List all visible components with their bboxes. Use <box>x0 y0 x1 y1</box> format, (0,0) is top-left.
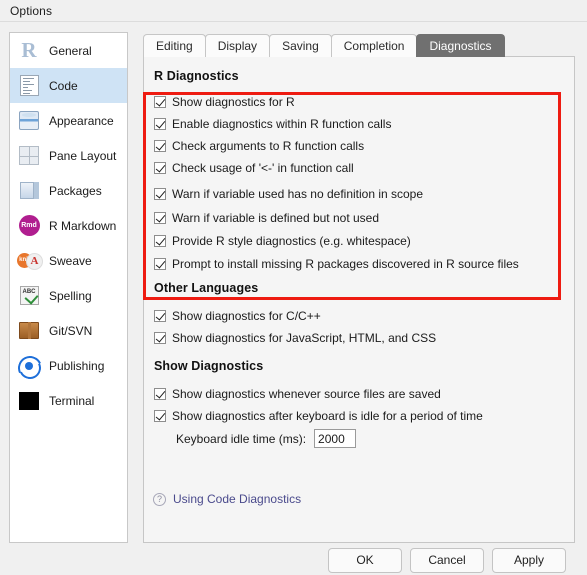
help-link-row[interactable]: ? Using Code Diagnostics <box>153 492 301 506</box>
checkbox-label: Warn if variable is defined but not used <box>172 210 380 225</box>
dialog-title: Options <box>10 4 53 18</box>
using-code-diagnostics-link[interactable]: Using Code Diagnostics <box>173 492 301 506</box>
apply-button[interactable]: Apply <box>492 548 566 573</box>
checkbox-prompt-to-install-missing-r-packages[interactable] <box>154 257 166 270</box>
dialog-title-bar: Options <box>0 0 587 22</box>
diagnostics-settings-panel: R Diagnostics Show diagnostics for R Ena… <box>143 56 575 543</box>
paint-can-icon <box>17 109 41 133</box>
code-document-icon <box>17 74 41 98</box>
checkbox-check-usage-of-assign-in-function-call[interactable] <box>154 161 166 174</box>
checkbox-check-arguments-to-r-function-calls[interactable] <box>154 139 166 152</box>
tab-completion[interactable]: Completion <box>330 34 418 57</box>
sidebar-item-sweave[interactable]: knit A Sweave <box>10 243 127 278</box>
tab-diagnostics[interactable]: Diagnostics <box>416 34 505 57</box>
checkbox-warn-if-variable-is-defined-but-not-used[interactable] <box>154 211 166 224</box>
checkbox-row-warn-if-variable-is-defined-but-not-used[interactable]: Warn if variable is defined but not used <box>154 209 379 226</box>
checkbox-row-check-usage-of-assign-in-function-call[interactable]: Check usage of '<-' in function call <box>154 159 354 176</box>
sidebar-item-label: General <box>49 43 92 58</box>
sidebar-item-label: Terminal <box>49 393 95 408</box>
checkbox-warn-if-variable-used-has-no-definition-in-scope[interactable] <box>154 187 166 200</box>
checkbox-show-diagnostics-whenever-source-files-are-saved[interactable] <box>154 387 166 400</box>
sidebar-item-r-markdown[interactable]: Rmd R Markdown <box>10 208 127 243</box>
checkbox-row-enable-diagnostics-within-r-function-calls[interactable]: Enable diagnostics within R function cal… <box>154 115 391 132</box>
tab-display[interactable]: Display <box>204 34 271 57</box>
sidebar-item-git-svn[interactable]: Git/SVN <box>10 313 127 348</box>
sidebar-item-label: Packages <box>49 183 102 198</box>
sidebar-item-terminal[interactable]: Terminal <box>10 383 127 418</box>
rmd-badge-icon: Rmd <box>17 214 41 238</box>
keyboard-idle-time-input[interactable] <box>314 429 357 448</box>
checkbox-label: Warn if variable used has no definition … <box>172 186 424 201</box>
section-heading-show-diagnostics: Show Diagnostics <box>154 359 264 373</box>
sidebar-item-pane-layout[interactable]: Pane Layout <box>10 138 127 173</box>
checkbox-label: Enable diagnostics within R function cal… <box>172 116 392 131</box>
checkbox-row-check-arguments-to-r-function-calls[interactable]: Check arguments to R function calls <box>154 137 364 154</box>
settings-tab-strip: Editing Display Saving Completion Diagno… <box>143 33 505 57</box>
pane-grid-icon <box>17 144 41 168</box>
dialog-footer: OK Cancel Apply <box>0 546 587 575</box>
section-heading-other-languages: Other Languages <box>154 281 259 295</box>
checkbox-label: Show diagnostics for C/C++ <box>172 308 321 323</box>
sidebar-item-general[interactable]: R General <box>10 33 127 68</box>
keyboard-idle-time-field-row: Keyboard idle time (ms): <box>176 429 357 448</box>
sidebar-item-label: Publishing <box>49 358 105 373</box>
brown-box-icon <box>17 319 41 343</box>
checkbox-row-show-diagnostics-after-keyboard-idle[interactable]: Show diagnostics after keyboard is idle … <box>154 407 483 424</box>
sidebar-item-label: R Markdown <box>49 218 117 233</box>
question-mark-icon: ? <box>153 492 166 506</box>
package-box-icon <box>17 179 41 203</box>
checkbox-show-diagnostics-for-c-cpp[interactable] <box>154 309 166 322</box>
checkbox-row-show-diagnostics-for-javascript-html-css[interactable]: Show diagnostics for JavaScript, HTML, a… <box>154 329 436 346</box>
abc-check-icon: ABC <box>17 284 41 308</box>
sidebar-item-label: Git/SVN <box>49 323 93 338</box>
checkbox-label: Provide R style diagnostics (e.g. whites… <box>172 233 411 248</box>
dialog-body: R General Code Appearance Pane Layout Pa… <box>0 22 587 575</box>
knit-pdf-icon: knit A <box>17 249 43 273</box>
sidebar-item-spelling[interactable]: ABC Spelling <box>10 278 127 313</box>
checkbox-row-show-diagnostics-whenever-source-files-are-saved[interactable]: Show diagnostics whenever source files a… <box>154 385 441 402</box>
sidebar-item-publishing[interactable]: Publishing <box>10 348 127 383</box>
checkbox-label: Check usage of '<-' in function call <box>172 160 354 175</box>
checkbox-row-warn-if-variable-used-has-no-definition-in-scope[interactable]: Warn if variable used has no definition … <box>154 185 423 202</box>
tab-saving[interactable]: Saving <box>269 34 332 57</box>
r-logo-icon: R <box>21 38 37 62</box>
sidebar-item-packages[interactable]: Packages <box>10 173 127 208</box>
checkbox-provide-r-style-diagnostics[interactable] <box>154 234 166 247</box>
checkbox-row-show-diagnostics-for-r[interactable]: Show diagnostics for R <box>154 93 295 110</box>
sidebar-item-label: Pane Layout <box>49 148 117 163</box>
checkbox-row-show-diagnostics-for-c-cpp[interactable]: Show diagnostics for C/C++ <box>154 307 321 324</box>
checkbox-label: Show diagnostics after keyboard is idle … <box>172 408 483 423</box>
checkbox-label: Prompt to install missing R packages dis… <box>172 256 519 271</box>
sidebar-item-label: Appearance <box>49 113 114 128</box>
checkbox-show-diagnostics-after-keyboard-idle[interactable] <box>154 409 166 422</box>
sidebar-item-label: Spelling <box>49 288 92 303</box>
checkbox-label: Show diagnostics for R <box>172 94 295 109</box>
checkbox-enable-diagnostics-within-r-function-calls[interactable] <box>154 117 166 130</box>
ok-button[interactable]: OK <box>328 548 402 573</box>
sidebar-item-code[interactable]: Code <box>10 68 127 103</box>
cancel-button[interactable]: Cancel <box>410 548 484 573</box>
checkbox-row-prompt-to-install-missing-r-packages[interactable]: Prompt to install missing R packages dis… <box>154 255 519 272</box>
black-square-icon <box>17 389 41 413</box>
checkbox-label: Check arguments to R function calls <box>172 138 365 153</box>
publish-orbit-icon <box>14 352 46 383</box>
sidebar-item-label: Sweave <box>49 253 92 268</box>
checkbox-show-diagnostics-for-javascript-html-css[interactable] <box>154 331 166 344</box>
checkbox-show-diagnostics-for-r[interactable] <box>154 95 166 108</box>
sidebar-item-label: Code <box>49 78 78 93</box>
tab-editing[interactable]: Editing <box>143 34 206 57</box>
sidebar-item-appearance[interactable]: Appearance <box>10 103 127 138</box>
checkbox-label: Show diagnostics whenever source files a… <box>172 386 441 401</box>
keyboard-idle-time-label: Keyboard idle time (ms): <box>176 431 307 446</box>
checkbox-row-provide-r-style-diagnostics[interactable]: Provide R style diagnostics (e.g. whites… <box>154 232 411 249</box>
options-category-sidebar: R General Code Appearance Pane Layout Pa… <box>9 32 128 543</box>
checkbox-label: Show diagnostics for JavaScript, HTML, a… <box>172 330 437 345</box>
section-heading-r-diagnostics: R Diagnostics <box>154 69 239 83</box>
